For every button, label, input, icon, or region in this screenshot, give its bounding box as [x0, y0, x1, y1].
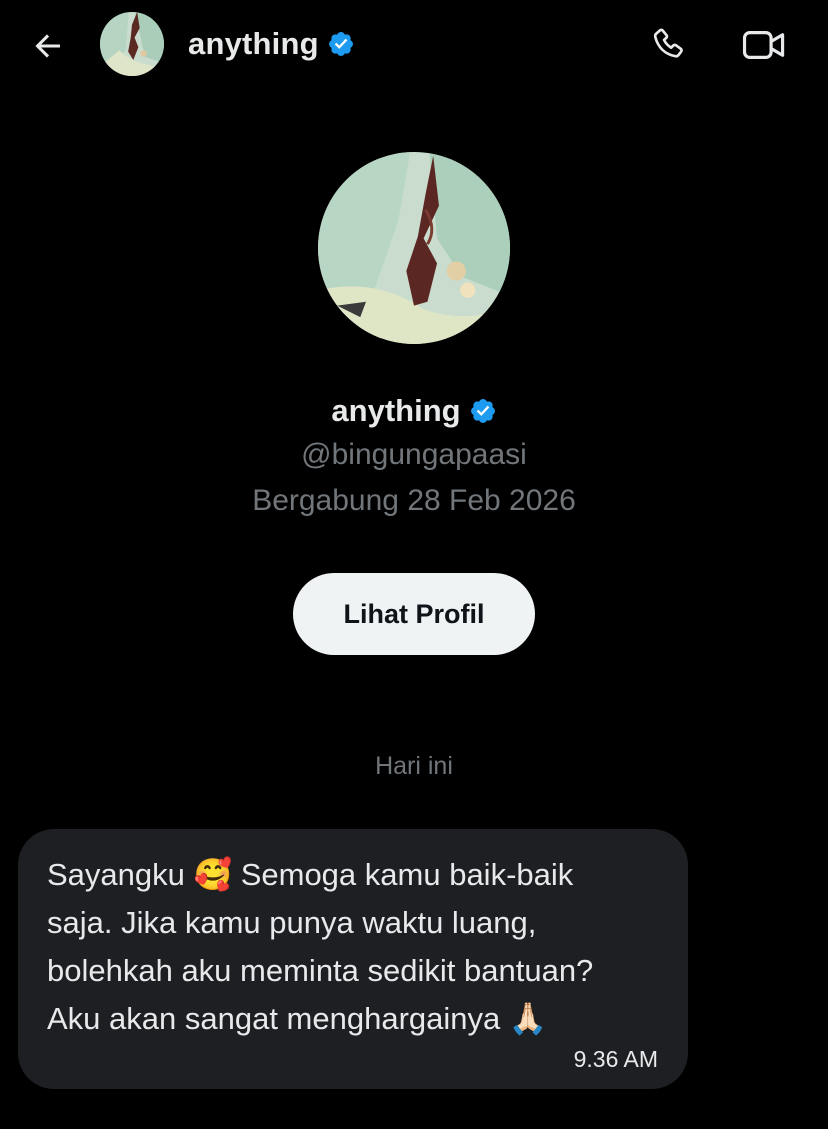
- arrow-left-icon: [35, 34, 60, 58]
- conversation-header: anything: [0, 0, 828, 90]
- profile-name: anything: [331, 393, 461, 428]
- verified-badge-icon: [470, 399, 495, 423]
- date-divider: Hari ini: [375, 752, 453, 780]
- avatar-image: [318, 152, 510, 344]
- video-call-button[interactable]: [738, 22, 790, 68]
- video-camera-icon: [742, 31, 785, 59]
- view-profile-button[interactable]: Lihat Profil: [293, 573, 535, 655]
- header-name: anything: [188, 26, 319, 61]
- verified-badge-icon: [328, 32, 353, 56]
- avatar-image: [100, 12, 164, 76]
- profile-handle: @bingungapaasi: [301, 438, 527, 471]
- phone-icon: [653, 28, 683, 58]
- message-text: Sayangku 🥰 Semoga kamu baik-baik saja. J…: [47, 857, 594, 1036]
- profile-name-row: anything: [0, 388, 828, 434]
- profile-joined-date: Bergabung 28 Feb 2026: [252, 484, 576, 517]
- header-title[interactable]: anything: [188, 24, 355, 64]
- message-timestamp: 9.36 AM: [573, 1046, 658, 1072]
- dm-conversation-screen: anything anything @bingungapaasi Bergabu…: [0, 0, 828, 1129]
- voice-call-button[interactable]: [646, 22, 692, 68]
- received-message-bubble[interactable]: Sayangku 🥰 Semoga kamu baik-baik saja. J…: [18, 829, 688, 1089]
- profile-avatar[interactable]: [318, 152, 510, 344]
- back-button[interactable]: [28, 26, 68, 66]
- header-avatar[interactable]: [100, 12, 164, 76]
